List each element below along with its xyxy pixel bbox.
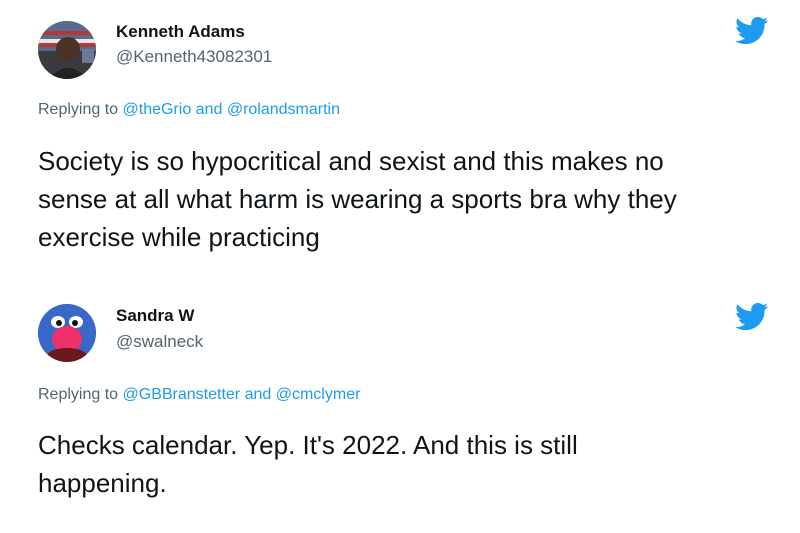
tweet-text-line: Checks calendar. Yep. It's 2022. And thi… [38, 430, 578, 460]
user-handle[interactable]: @swalneck [116, 332, 203, 352]
tweet-card[interactable]: Kenneth Adams @Kenneth43082301 Replying … [0, 0, 800, 268]
replying-to-line: Replying to @theGrio and @rolandsmartin [38, 101, 340, 119]
mention-link[interactable]: @cmclymer [276, 386, 361, 403]
user-handle[interactable]: @Kenneth43082301 [116, 47, 272, 67]
replying-to-label: Replying to [38, 101, 119, 118]
tweet-text-line: happening. [38, 468, 167, 498]
tweet-text: Checks calendar. Yep. It's 2022. And thi… [38, 426, 778, 502]
avatar[interactable] [38, 21, 96, 79]
mention-link[interactable]: @theGrio [123, 101, 192, 118]
tweet-text: Society is so hypocritical and sexist an… [38, 142, 778, 256]
twitter-bird-icon [735, 303, 769, 331]
tweet-text-line: Society is so hypocritical and sexist an… [38, 146, 664, 176]
tweet-card[interactable]: Sandra W @swalneck Replying to @GBBranst… [0, 282, 800, 533]
display-name[interactable]: Sandra W [116, 306, 194, 326]
replying-to-label: Replying to [38, 386, 119, 403]
tweet-text-line: sense at all what harm is wearing a spor… [38, 184, 677, 214]
conjunction-text: and [195, 101, 223, 118]
mention-link[interactable]: @GBBranstetter [123, 386, 241, 403]
tweet-text-line: exercise while practicing [38, 222, 320, 252]
avatar[interactable] [38, 304, 96, 362]
display-name[interactable]: Kenneth Adams [116, 22, 245, 42]
twitter-bird-icon [735, 17, 769, 45]
conjunction-text: and [244, 386, 272, 403]
replying-to-line: Replying to @GBBranstetter and @cmclymer [38, 386, 360, 404]
mention-link[interactable]: @rolandsmartin [227, 101, 340, 118]
